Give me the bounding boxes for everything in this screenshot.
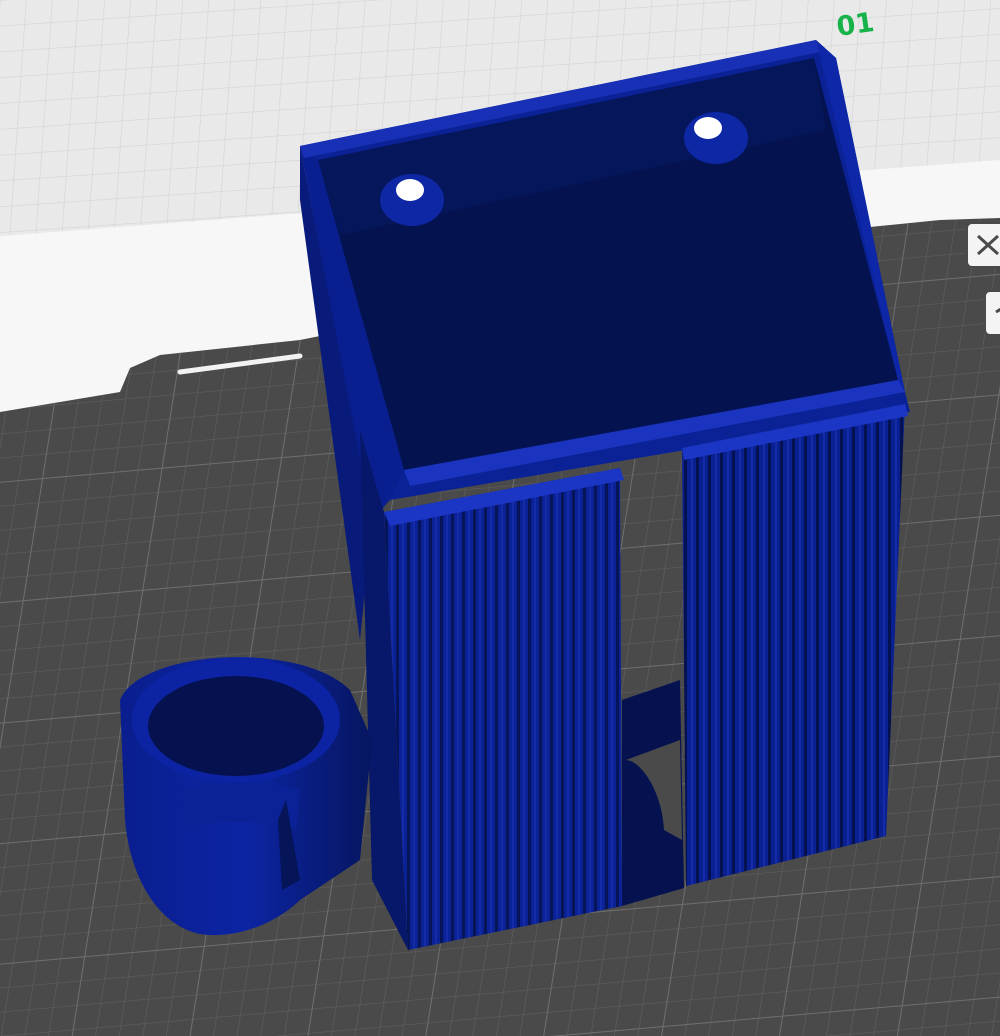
toggle-icon <box>995 307 1000 314</box>
plate-number-label: 01 <box>835 7 877 43</box>
mounting-hole <box>380 174 444 226</box>
toggle-tool-button[interactable] <box>984 290 1000 336</box>
build-plate-scene[interactable]: 01 <box>0 0 1000 1036</box>
close-x-icon <box>976 234 1000 256</box>
close-tool-button[interactable] <box>966 222 1000 268</box>
mounting-hole <box>684 112 748 164</box>
3d-viewport[interactable]: 01 <box>0 0 1000 1036</box>
